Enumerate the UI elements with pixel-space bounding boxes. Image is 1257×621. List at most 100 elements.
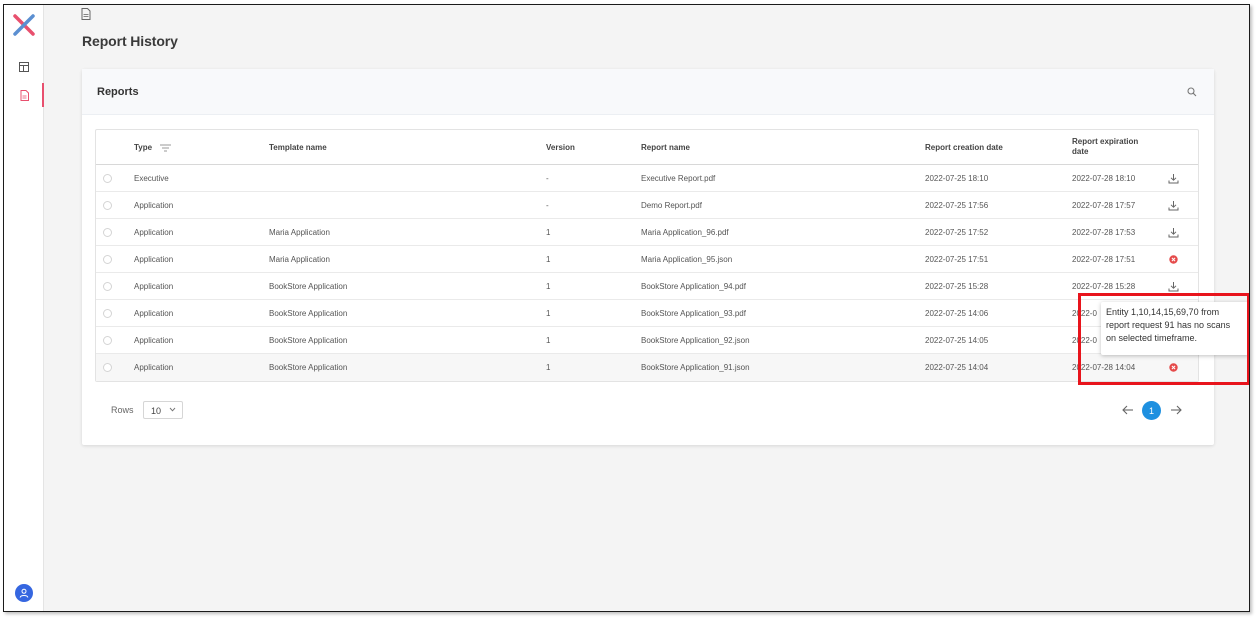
cell-template-name: BookStore Application — [269, 282, 348, 291]
cell-report-name: BookStore Application_93.pdf — [641, 309, 746, 318]
rows-per-page-value: 10 — [151, 406, 162, 416]
download-button[interactable] — [1168, 281, 1179, 292]
cell-type: Application — [134, 336, 174, 345]
cell-template-name: BookStore Application — [269, 336, 348, 345]
reports-card: Reports Type Template name Version Repor… — [82, 69, 1214, 445]
cell-report-name: Executive Report.pdf — [641, 174, 716, 183]
error-circle-icon — [1169, 255, 1178, 264]
cell-report-name: BookStore Application_91.json — [641, 363, 750, 372]
table-row[interactable]: Application Maria Application 1 Maria Appli… — [96, 219, 1198, 246]
header-expiration-date: Report expiration date — [1072, 137, 1139, 156]
cell-creation-date: 2022-07-25 18:10 — [925, 174, 989, 183]
search-button[interactable] — [1186, 86, 1198, 98]
row-select-radio[interactable] — [103, 282, 112, 291]
cell-version: - — [546, 174, 549, 183]
cell-type: Application — [134, 309, 174, 318]
cell-version: 1 — [546, 363, 551, 372]
error-status[interactable] — [1168, 254, 1179, 265]
cell-creation-date: 2022-07-25 14:04 — [925, 363, 989, 372]
cell-type: Application — [134, 282, 174, 291]
table-row[interactable]: Application - Demo Report.pdf 2022-07-25 17… — [96, 192, 1198, 219]
download-button[interactable] — [1168, 227, 1179, 238]
cell-creation-date: 2022-07-25 15:28 — [925, 282, 989, 291]
row-select-radio[interactable] — [103, 336, 112, 345]
table-row[interactable]: Application BookStore Application 1 BookSto… — [96, 273, 1198, 300]
download-icon — [1168, 201, 1179, 211]
cell-report-name: BookStore Application_94.pdf — [641, 282, 746, 291]
table-header: Type Template name Version Report name R… — [96, 130, 1198, 165]
card-header: Reports — [82, 69, 1214, 115]
header-report-name: Report name — [641, 143, 690, 152]
cell-version: - — [546, 201, 549, 210]
cell-creation-date: 2022-07-25 14:06 — [925, 309, 989, 318]
cell-creation-date: 2022-07-25 17:56 — [925, 201, 989, 210]
row-select-radio[interactable] — [103, 228, 112, 237]
download-icon — [1168, 228, 1179, 238]
cell-type: Application — [134, 255, 174, 264]
table-row[interactable]: Application Maria Application 1 Maria Appli… — [96, 246, 1198, 273]
cell-report-name: Maria Application_96.pdf — [641, 228, 729, 237]
breadcrumb-report-icon[interactable] — [81, 8, 91, 20]
cell-template-name: Maria Application — [269, 228, 330, 237]
cell-expiration-date: 2022-07-28 15:28 — [1072, 282, 1136, 291]
prev-page-arrow-icon[interactable] — [1122, 404, 1134, 416]
table-row[interactable]: Application BookStore Application 1 BookSto… — [96, 327, 1198, 354]
row-select-radio[interactable] — [103, 201, 112, 210]
header-type[interactable]: Type — [134, 143, 172, 153]
page-button-current[interactable]: 1 — [1142, 401, 1161, 420]
report-document-icon — [20, 89, 29, 101]
cell-version: 1 — [546, 282, 551, 291]
cell-type: Application — [134, 201, 174, 210]
x-logo-icon[interactable] — [12, 13, 36, 37]
table-row[interactable]: Application BookStore Application 1 BookSto… — [96, 354, 1198, 381]
dashboard-icon — [19, 62, 29, 72]
search-icon — [1187, 87, 1197, 97]
rows-label: Rows — [111, 405, 134, 415]
card-title: Reports — [97, 86, 139, 98]
cell-type: Executive — [134, 174, 169, 183]
page-title: Report History — [82, 33, 178, 49]
header-creation-date: Report creation date — [925, 143, 1003, 152]
download-icon — [1168, 282, 1179, 292]
header-version: Version — [546, 143, 575, 152]
download-button[interactable] — [1168, 200, 1179, 211]
cell-version: 1 — [546, 255, 551, 264]
reports-table: Type Template name Version Report name R… — [95, 129, 1199, 382]
table-row[interactable]: Executive - Executive Report.pdf 2022-07-25… — [96, 165, 1198, 192]
chevron-down-icon — [169, 407, 176, 412]
cell-template-name: Maria Application — [269, 255, 330, 264]
row-select-radio[interactable] — [103, 255, 112, 264]
download-button[interactable] — [1168, 173, 1179, 184]
cell-creation-date: 2022-07-25 17:52 — [925, 228, 989, 237]
download-icon — [1168, 174, 1179, 184]
cell-type: Application — [134, 363, 174, 372]
row-select-radio[interactable] — [103, 363, 112, 372]
user-icon — [19, 588, 29, 598]
cell-creation-date: 2022-07-25 14:05 — [925, 336, 989, 345]
sidebar-item-dashboard[interactable] — [4, 55, 44, 79]
header-template-name: Template name — [269, 143, 327, 152]
filter-icon[interactable] — [160, 144, 172, 152]
sidebar — [4, 5, 44, 611]
row-select-radio[interactable] — [103, 309, 112, 318]
cell-expiration-date: 2022-07-28 17:53 — [1072, 228, 1136, 237]
cell-report-name: BookStore Application_92.json — [641, 336, 750, 345]
cell-type: Application — [134, 228, 174, 237]
user-avatar[interactable] — [15, 584, 33, 602]
app-window: Report History Reports Type Template nam… — [3, 4, 1250, 612]
cell-expiration-date: 2022-07-28 18:10 — [1072, 174, 1136, 183]
cell-template-name: BookStore Application — [269, 309, 348, 318]
cell-expiration-date: 2022-07-28 17:57 — [1072, 201, 1136, 210]
cell-version: 1 — [546, 336, 551, 345]
table-row[interactable]: Application BookStore Application 1 BookSto… — [96, 300, 1198, 327]
row-select-radio[interactable] — [103, 174, 112, 183]
next-page-arrow-icon[interactable] — [1170, 404, 1182, 416]
cell-version: 1 — [546, 228, 551, 237]
cell-report-name: Maria Application_95.json — [641, 255, 733, 264]
cell-version: 1 — [546, 309, 551, 318]
cell-template-name: BookStore Application — [269, 363, 348, 372]
sidebar-item-reports[interactable] — [4, 83, 44, 107]
cell-expiration-date: 2022-07-28 17:51 — [1072, 255, 1136, 264]
rows-per-page-select[interactable]: 10 — [143, 401, 183, 419]
highlight-box — [1078, 293, 1249, 385]
